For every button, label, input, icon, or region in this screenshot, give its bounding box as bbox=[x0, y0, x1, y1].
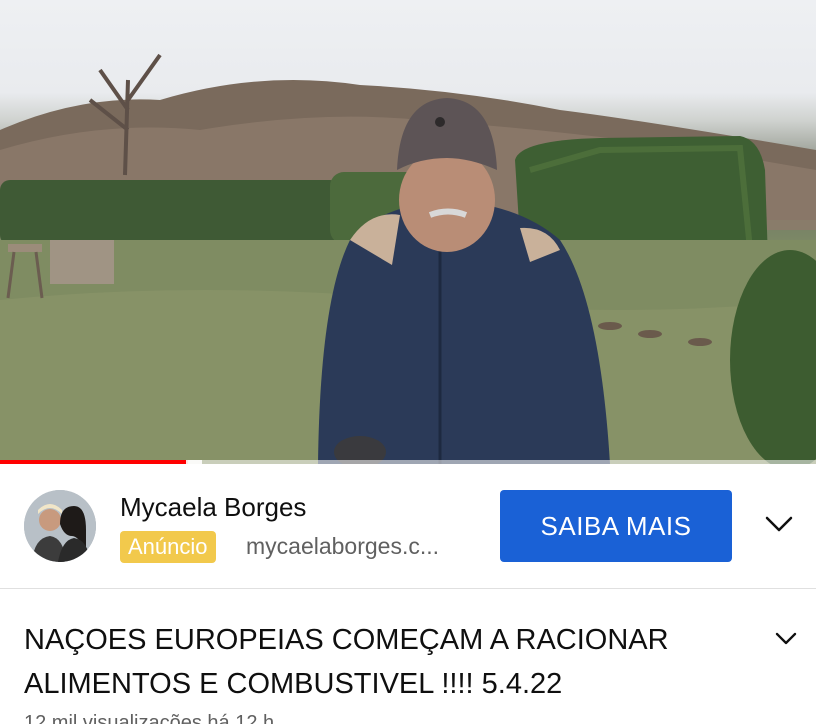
video-meta: 12 mil visualizações há 12 h bbox=[24, 712, 275, 724]
ad-url[interactable]: mycaelaborges.c... bbox=[246, 533, 439, 560]
chevron-down-icon[interactable] bbox=[764, 513, 794, 535]
cta-button[interactable]: SAIBA MAIS bbox=[500, 490, 732, 562]
ad-row: Mycaela Borges Anúncio mycaelaborges.c..… bbox=[0, 465, 816, 588]
advertiser-name[interactable]: Mycaela Borges bbox=[120, 492, 306, 523]
progress-buffered bbox=[186, 460, 202, 464]
progress-played bbox=[0, 460, 188, 464]
video-title[interactable]: NAÇOES EUROPEIAS COMEÇAM A RACIONAR ALIM… bbox=[24, 618, 744, 706]
avatar[interactable] bbox=[24, 490, 96, 562]
video-player[interactable] bbox=[0, 0, 816, 464]
chevron-down-icon[interactable] bbox=[774, 630, 798, 648]
avatar-image bbox=[24, 490, 96, 562]
video-frame bbox=[0, 53, 816, 464]
progress-bar[interactable] bbox=[0, 460, 816, 464]
divider bbox=[0, 588, 816, 589]
ad-badge: Anúncio bbox=[120, 531, 216, 563]
